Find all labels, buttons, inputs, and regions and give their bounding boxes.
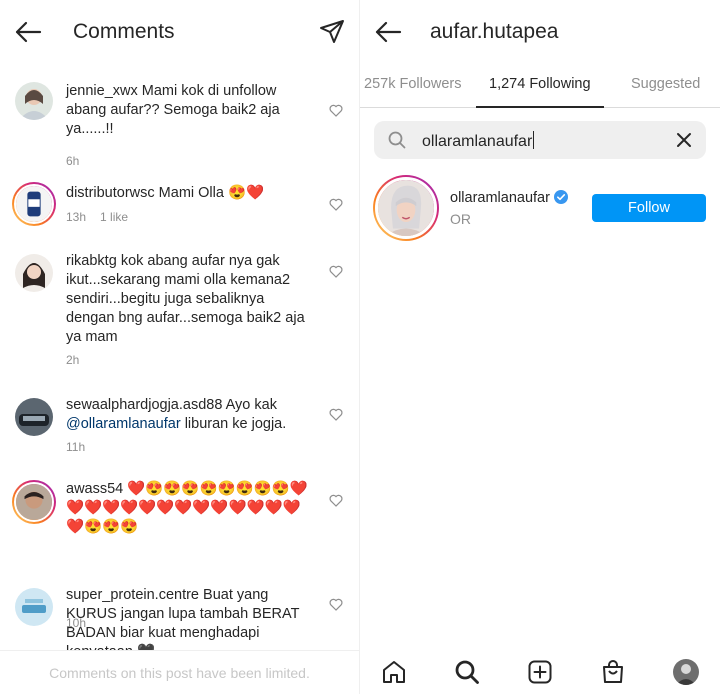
search-value[interactable]: ollaramlanaufar	[422, 131, 535, 151]
search-input[interactable]: ollaramlanaufar	[374, 121, 706, 159]
like-heart-icon[interactable]	[329, 265, 343, 278]
comment-text: sewaalphardjogja.asd88 Ayo kak @ollaraml…	[66, 396, 316, 434]
like-heart-icon[interactable]	[329, 598, 343, 611]
send-icon[interactable]	[319, 19, 345, 45]
back-arrow-icon[interactable]	[14, 20, 42, 44]
comment-meta: 11h	[66, 440, 85, 454]
avatar[interactable]	[12, 480, 56, 524]
page-title: aufar.hutapea	[430, 20, 559, 43]
like-heart-icon[interactable]	[329, 494, 343, 507]
comment-body: liburan ke jogja.	[180, 416, 287, 432]
comment-username[interactable]: jennie_xwx	[66, 83, 138, 99]
user-result-row[interactable]: ollaramlanaufar OR Follow	[360, 175, 720, 245]
comment-text: jennie_xwx Mami kok di unfollow abang au…	[66, 82, 316, 139]
comment-meta: 6h	[66, 154, 79, 168]
verified-badge-icon	[553, 190, 568, 204]
comment-username[interactable]: super_protein.centre	[66, 587, 199, 603]
mention-link[interactable]: @ollaramlanaufar	[66, 416, 181, 432]
comment-body: Ayo kak	[225, 397, 277, 413]
comment-username[interactable]: distributorwsc	[66, 185, 155, 201]
comments-screen: Comments jennie_xwx Mami kok di unfollow…	[0, 0, 360, 694]
text-cursor	[533, 131, 535, 149]
comment-time: 13h	[66, 210, 87, 224]
comment-list: jennie_xwx Mami kok di unfollow abang au…	[0, 72, 359, 654]
comment-username[interactable]: awass54	[66, 481, 123, 497]
new-post-icon[interactable]	[527, 659, 553, 685]
like-heart-icon[interactable]	[329, 408, 343, 421]
tab-following[interactable]: 1,274 Following	[489, 76, 591, 92]
follow-tabs: 257k Followers 1,274 Following Suggested	[360, 66, 720, 108]
comment-meta: 2h	[66, 353, 79, 367]
search-icon	[388, 131, 406, 149]
close-icon[interactable]	[676, 132, 692, 148]
shop-icon[interactable]	[600, 659, 626, 685]
page-title: Comments	[73, 20, 175, 43]
bottom-nav	[360, 650, 720, 694]
comment-text: rikabktg kok abang aufar nya gak ikut...…	[66, 252, 316, 347]
result-fullname: OR	[450, 211, 471, 227]
comment-time: 11h	[66, 440, 86, 454]
avatar[interactable]	[15, 82, 53, 120]
like-heart-icon[interactable]	[329, 104, 343, 117]
tab-followers[interactable]: 257k Followers	[364, 76, 462, 92]
limit-notice: Comments on this post have been limited.	[49, 665, 310, 681]
comment-time: 6h	[66, 154, 80, 168]
comment-username[interactable]: rikabktg	[66, 253, 117, 269]
tab-suggested[interactable]: Suggested	[631, 76, 700, 92]
avatar[interactable]	[373, 175, 439, 241]
avatar[interactable]	[15, 254, 53, 292]
like-heart-icon[interactable]	[329, 198, 343, 211]
search-text: ollaramlanaufar	[422, 133, 533, 150]
comment-text: super_protein.centre Buat yang KURUS jan…	[66, 586, 316, 654]
home-icon[interactable]	[381, 659, 407, 685]
avatar[interactable]	[15, 398, 53, 436]
avatar[interactable]	[12, 182, 56, 226]
following-screen: aufar.hutapea 257k Followers 1,274 Follo…	[360, 0, 720, 694]
profile-header: aufar.hutapea	[360, 0, 720, 66]
avatar[interactable]	[15, 588, 53, 626]
comment-time: 2h	[66, 353, 80, 367]
comments-limited-bar: Comments on this post have been limited.	[0, 650, 359, 694]
back-arrow-icon[interactable]	[374, 20, 402, 44]
active-tab-indicator	[476, 106, 604, 108]
comments-header: Comments	[0, 0, 359, 66]
result-username[interactable]: ollaramlanaufar	[450, 190, 568, 206]
result-username-text: ollaramlanaufar	[450, 190, 550, 206]
search-icon[interactable]	[454, 659, 480, 685]
comment-body: Mami Olla 😍❤️	[158, 185, 265, 201]
comment-text: awass54 ❤️😍😍😍😍😍😍😍😍❤️❤️❤️❤️❤️❤️❤️❤️❤️❤️❤️…	[66, 480, 318, 537]
profile-avatar[interactable]	[673, 659, 699, 685]
follow-button[interactable]: Follow	[592, 194, 706, 222]
like-count[interactable]: 1 like	[100, 210, 128, 224]
comment-meta: 13h 1 like	[66, 210, 128, 224]
comment-text: distributorwsc Mami Olla 😍❤️	[66, 184, 316, 203]
comment-username[interactable]: sewaalphardjogja.asd88	[66, 397, 222, 413]
